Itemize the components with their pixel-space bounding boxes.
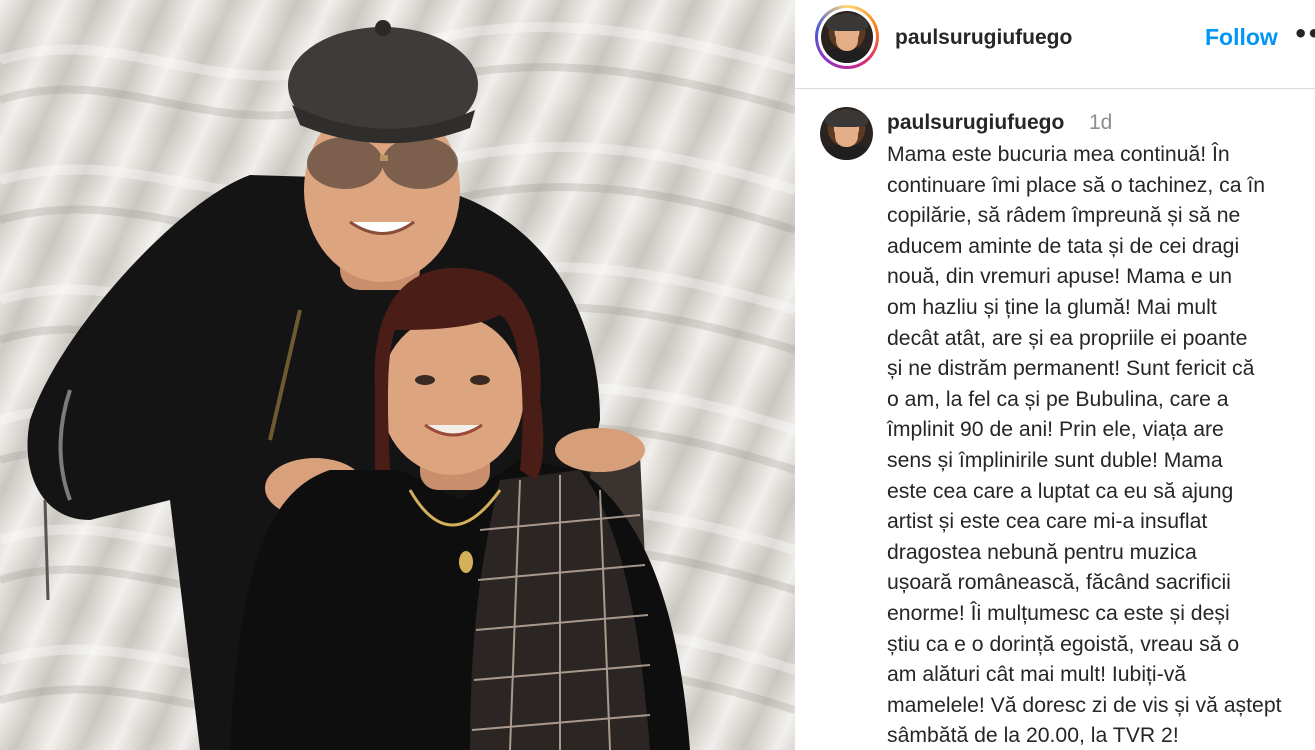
author-avatar[interactable] — [821, 11, 873, 63]
more-options-icon[interactable]: •• — [1293, 20, 1315, 48]
post-photo[interactable] — [0, 0, 795, 750]
caption-text: Mama este bucuria mea continuă! În conti… — [887, 143, 1282, 748]
post-photo-illustration — [0, 20, 795, 750]
follow-button[interactable]: Follow — [1205, 24, 1278, 51]
caption-timestamp[interactable]: 1d — [1089, 111, 1112, 135]
author-username[interactable]: paulsurugiufuego — [895, 26, 1072, 50]
caption-author-username[interactable]: paulsurugiufuego — [887, 111, 1064, 135]
caption-author-avatar[interactable] — [820, 107, 873, 160]
post-header: paulsurugiufuego Follow •• — [795, 0, 1315, 89]
caption-comment: paulsurugiufuego 1d Mama este bucuria me… — [795, 89, 1315, 750]
post-sidebar: paulsurugiufuego Follow •• paulsurugiufu… — [795, 0, 1315, 750]
